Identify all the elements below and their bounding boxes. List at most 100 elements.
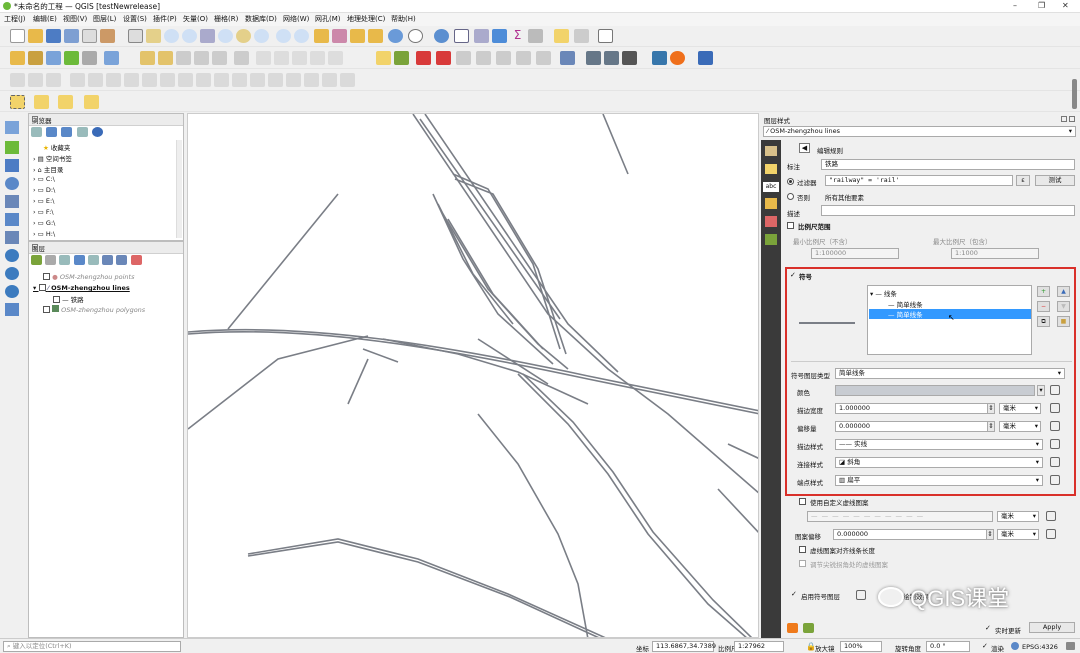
description-input[interactable] (821, 205, 1075, 216)
refresh-icon[interactable] (46, 127, 58, 137)
data-defined-icon[interactable] (1046, 511, 1056, 521)
undo-icon[interactable] (310, 51, 325, 65)
data-defined-icon[interactable] (1050, 457, 1060, 467)
layer-selector[interactable]: ⁄ OSM-zhengzhou lines ▾ (763, 126, 1076, 137)
split-features-icon[interactable] (268, 73, 283, 87)
min-scale-input[interactable]: 1:100000 (811, 248, 899, 259)
identify-icon[interactable] (434, 29, 449, 43)
help-icon[interactable] (698, 51, 713, 65)
menu-web[interactable]: 网络(W) (283, 14, 309, 24)
list-item[interactable]: › ▭ D:\ (33, 186, 55, 194)
model-designer-icon[interactable] (622, 51, 637, 65)
redo-icon[interactable] (803, 623, 814, 633)
data-defined-icon[interactable] (1046, 529, 1056, 539)
render-checkbox[interactable]: ✓ (982, 643, 989, 650)
add-selected-icon[interactable] (31, 127, 42, 137)
stroke-width-spin[interactable]: ⇕ (987, 403, 995, 414)
add-virtual-icon[interactable] (104, 51, 119, 65)
bookmark-icon[interactable] (350, 29, 365, 43)
label-tool-icon[interactable] (394, 51, 409, 65)
layer-type-select[interactable]: 简单线条 ▾ (835, 368, 1065, 379)
custom-dash-checkbox[interactable] (799, 498, 806, 505)
copy-icon[interactable] (274, 51, 289, 65)
zoom-in-icon[interactable] (164, 29, 179, 43)
reverse-line-icon[interactable] (232, 73, 247, 87)
data-defined-icon[interactable] (1050, 421, 1060, 431)
symbol-tree-item[interactable]: — 简单线条 (888, 299, 923, 309)
new-3d-view-icon[interactable] (332, 29, 347, 43)
offset-unit[interactable]: 毫米 ▾ (999, 421, 1041, 432)
max-scale-input[interactable]: 1:1000 (951, 248, 1039, 259)
layer-item[interactable]: ▾ ⁄ OSM-zhengzhou lines (33, 283, 130, 292)
lock-button[interactable]: ■ (1057, 316, 1070, 327)
add-symbol-layer-button[interactable]: + (1037, 286, 1050, 297)
back-icon[interactable]: ◀ (799, 143, 810, 153)
style-manager-icon[interactable] (31, 255, 42, 265)
layer-checkbox[interactable] (43, 273, 50, 280)
rotation-field[interactable]: 0.0 ° (926, 641, 970, 652)
metasearch-icon[interactable] (586, 51, 601, 65)
delete-part-icon[interactable] (178, 73, 193, 87)
merge-features-icon[interactable] (304, 73, 319, 87)
annotation-icon[interactable] (574, 29, 589, 43)
add-mesh-layer-icon[interactable] (5, 159, 19, 172)
diagrams-tab-icon[interactable] (765, 216, 777, 227)
add-wfs-icon[interactable] (5, 303, 19, 316)
history-tab-icon[interactable] (765, 234, 777, 245)
layer-item[interactable]: ● OSM-zhengzhou points (43, 272, 134, 281)
add-ring-icon[interactable] (106, 73, 121, 87)
menu-vector[interactable]: 矢量(O) (183, 14, 208, 24)
sum-icon[interactable]: Σ (510, 29, 525, 43)
refresh-icon[interactable] (388, 29, 403, 43)
globe-icon[interactable] (1011, 642, 1019, 650)
text-annotation-icon[interactable] (598, 29, 613, 43)
stroke-width-input[interactable]: 1.000000 (835, 403, 991, 414)
new-geopackage-icon[interactable] (28, 51, 43, 65)
rotate-symbols-icon[interactable] (340, 73, 355, 87)
save-edits-icon[interactable] (176, 51, 191, 65)
label-icon[interactable] (376, 51, 391, 65)
symbology-tab-icon[interactable] (765, 146, 777, 156)
menu-view[interactable]: 视图(V) (63, 14, 87, 24)
delete-ring-icon[interactable] (160, 73, 175, 87)
add-wms-icon[interactable] (5, 249, 19, 262)
select-features-icon[interactable] (10, 95, 25, 109)
save-project-icon[interactable] (46, 29, 61, 43)
rotate-feature-icon[interactable] (70, 73, 85, 87)
add-raster-layer-icon[interactable] (5, 141, 19, 154)
scale-range-checkbox[interactable] (787, 222, 794, 229)
collapse-all-icon[interactable] (116, 255, 128, 265)
toolbar-scrollbar[interactable] (1072, 79, 1077, 109)
list-item[interactable]: › ▭ E:\ (33, 197, 54, 205)
dash-unit[interactable]: 毫米 ▾ (997, 511, 1039, 522)
test-button[interactable]: 测试 (1035, 175, 1075, 186)
plugin-icon[interactable] (670, 51, 685, 65)
labels-tab-icon[interactable] (765, 164, 777, 174)
visibility-icon[interactable] (59, 255, 71, 265)
fill-ring-icon[interactable] (142, 73, 157, 87)
label-diagram-icon[interactable] (516, 51, 531, 65)
digitize-line-icon[interactable] (28, 73, 43, 87)
symbol-tree-root[interactable]: ▾ — 线条 (870, 288, 897, 298)
list-item[interactable]: › ▭ F:\ (33, 208, 54, 216)
3d-tab-icon[interactable] (765, 198, 777, 209)
menu-edit[interactable]: 编辑(E) (33, 14, 57, 24)
color-picker[interactable] (835, 385, 1035, 396)
panel-close-icon[interactable] (32, 116, 38, 122)
symbol-checkbox[interactable]: ✓ (790, 272, 797, 279)
zoom-out-icon[interactable] (182, 29, 197, 43)
align-dash-checkbox[interactable] (799, 546, 806, 553)
database-icon[interactable] (560, 51, 575, 65)
zoom-native-icon[interactable] (254, 29, 269, 43)
redo-icon[interactable] (328, 51, 343, 65)
menu-help[interactable]: 帮助(H) (391, 14, 416, 24)
split-parts-icon[interactable] (286, 73, 301, 87)
panel-close-icon[interactable] (1069, 116, 1075, 122)
apply-button[interactable]: Apply (1029, 622, 1075, 633)
add-part-icon[interactable] (124, 73, 139, 87)
enable-layer-checkbox[interactable]: ✓ (791, 591, 798, 598)
tweak-dash-checkbox[interactable] (799, 560, 806, 567)
save-as-icon[interactable] (64, 29, 79, 43)
stroke-style-select[interactable]: —— 实线 ▾ (835, 439, 1043, 450)
live-update-checkbox[interactable]: ✓ (985, 625, 992, 632)
